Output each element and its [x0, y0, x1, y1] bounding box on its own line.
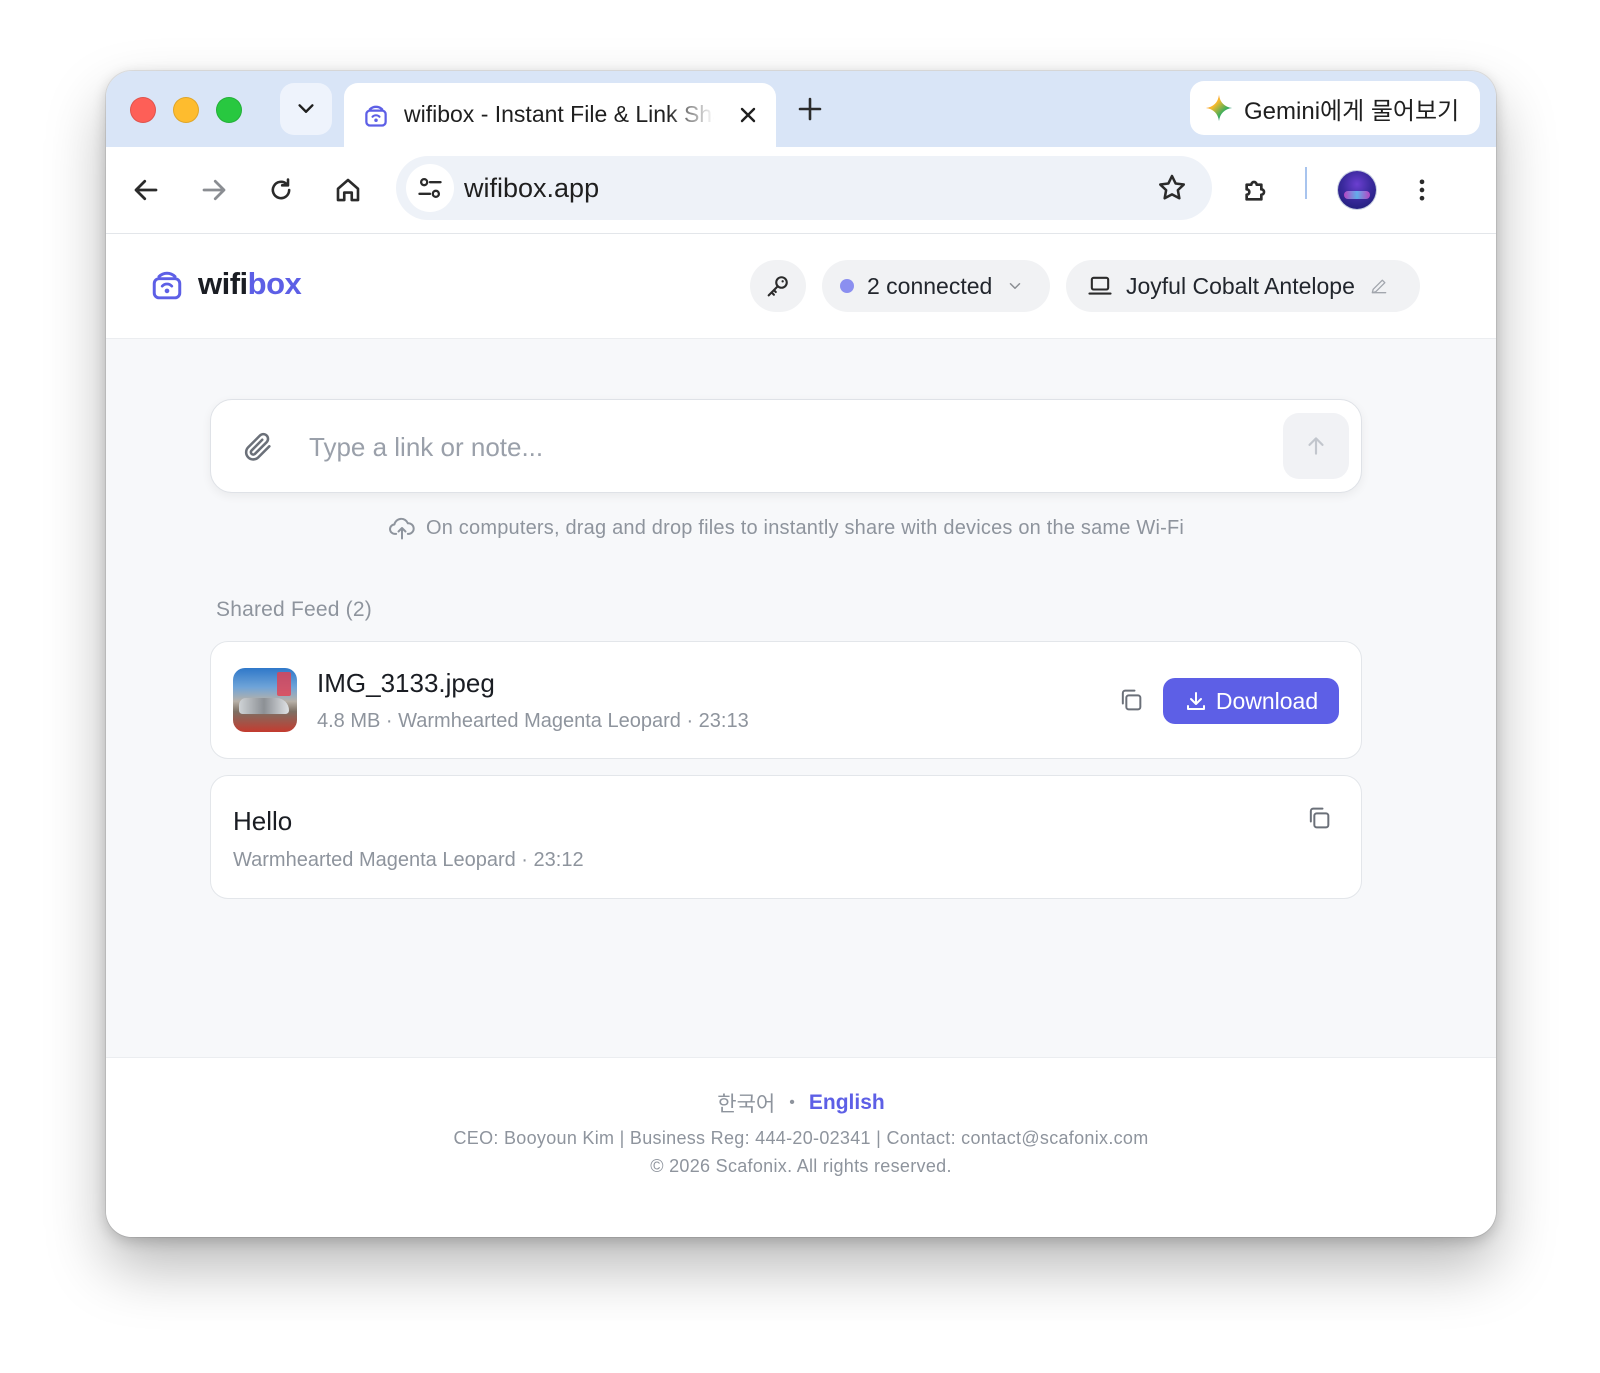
site-settings-icon	[418, 177, 442, 199]
connected-count: 2 connected	[867, 272, 993, 299]
back-arrow-icon	[134, 179, 158, 201]
brand-name-part2: box	[247, 266, 302, 301]
chevron-down-icon	[1010, 283, 1021, 289]
file-thumbnail[interactable]	[233, 668, 297, 732]
device-name: Joyful Cobalt Antelope	[1126, 272, 1355, 299]
back-button[interactable]	[126, 170, 166, 210]
toolbar-divider	[1305, 167, 1307, 199]
feed-item-note: Hello Warmhearted Magenta Leopard · 23:1…	[210, 775, 1362, 899]
note-text: Hello	[233, 806, 293, 836]
pencil-icon	[1371, 279, 1387, 294]
paperclip-icon[interactable]	[241, 430, 275, 464]
close-window-button[interactable]	[130, 97, 156, 123]
link-note-input[interactable]	[307, 424, 1271, 470]
active-tab[interactable]: wifibox - Instant File & Link Sharing	[344, 83, 776, 147]
browser-window: wifibox - Instant File & Link Sharing Ge…	[106, 71, 1496, 1237]
key-icon	[767, 276, 788, 297]
composer	[210, 399, 1362, 493]
url-text[interactable]: wifibox.app	[464, 172, 599, 204]
drag-drop-hint: On computers, drag and drop files to ins…	[106, 514, 1466, 542]
gemini-sparkle-icon	[1205, 94, 1233, 122]
brand-logo[interactable]: wifibox	[150, 266, 302, 302]
tab-strip: wifibox - Instant File & Link Sharing Ge…	[106, 71, 1496, 147]
laptop-icon	[1088, 276, 1112, 295]
download-button[interactable]: Download	[1163, 678, 1339, 724]
wifibox-logo-icon	[152, 271, 182, 300]
menu-kebab-icon	[1419, 179, 1425, 201]
site-settings-button[interactable]	[406, 164, 454, 212]
address-bar[interactable]: wifibox.app	[396, 156, 1212, 220]
file-name: IMG_3133.jpeg	[317, 668, 495, 698]
forward-arrow-icon	[202, 179, 226, 201]
chevron-down-icon	[298, 104, 314, 113]
home-button[interactable]	[328, 170, 368, 210]
device-name-button[interactable]: Joyful Cobalt Antelope	[1066, 260, 1420, 312]
copy-icon[interactable]	[1117, 686, 1145, 714]
browser-menu-button[interactable]	[1402, 170, 1442, 210]
brand-name-part1: wifi	[198, 266, 248, 301]
profile-avatar[interactable]	[1338, 171, 1376, 209]
brand-name: wifibox	[198, 266, 302, 302]
maximize-window-button[interactable]	[216, 97, 242, 123]
language-english-link[interactable]: English	[809, 1091, 885, 1115]
language-korean-link[interactable]: 한국어	[717, 1088, 775, 1118]
extensions-button[interactable]	[1236, 170, 1276, 210]
close-icon[interactable]	[736, 103, 760, 127]
forward-button[interactable]	[194, 170, 234, 210]
arrow-up-icon	[1308, 437, 1324, 455]
wifibox-favicon	[365, 105, 387, 127]
bookmark-star-icon[interactable]	[1156, 172, 1188, 204]
connected-devices-dropdown[interactable]: 2 connected	[822, 260, 1050, 312]
browser-toolbar: wifibox.app	[106, 147, 1496, 234]
cloud-upload-icon	[389, 517, 415, 540]
copyright: © 2026 Scafonix. All rights reserved.	[650, 1156, 952, 1176]
send-button[interactable]	[1283, 413, 1349, 479]
feed-title: Shared Feed (2)	[216, 598, 372, 621]
tab-title: wifibox - Instant File & Link Sharing	[404, 101, 714, 127]
reload-icon	[271, 178, 291, 200]
key-button[interactable]	[750, 260, 806, 312]
language-switcher: 한국어 • English	[106, 1088, 1496, 1118]
download-label: Download	[1215, 687, 1319, 714]
note-meta: Warmhearted Magenta Leopard · 23:12	[233, 849, 584, 871]
feed-item-file: IMG_3133.jpeg 4.8 MB · Warmhearted Magen…	[210, 641, 1362, 759]
minimize-window-button[interactable]	[173, 97, 199, 123]
legal-info: CEO: Booyoun Kim | Business Reg: 444-20-…	[453, 1128, 1149, 1148]
download-icon	[1186, 692, 1205, 710]
gemini-button[interactable]: Gemini에게 물어보기	[1190, 81, 1480, 135]
footer: 한국어 • English CEO: Booyoun Kim | Busines…	[106, 1057, 1496, 1237]
gemini-label: Gemini에게 물어보기	[1244, 97, 1460, 125]
file-meta: 4.8 MB · Warmhearted Magenta Leopard · 2…	[317, 710, 749, 732]
app-header: wifibox 2 connected Joyful Cobalt Antelo…	[106, 234, 1496, 339]
home-icon	[336, 178, 360, 202]
plus-icon[interactable]	[794, 93, 826, 125]
hint-text: On computers, drag and drop files to ins…	[425, 516, 1185, 539]
copy-icon[interactable]	[1305, 804, 1333, 832]
language-separator: •	[789, 1094, 795, 1111]
reload-button[interactable]	[261, 170, 301, 210]
tab-search-button[interactable]	[280, 83, 332, 135]
connection-status-dot	[840, 279, 854, 293]
extensions-puzzle-icon	[1245, 180, 1266, 201]
